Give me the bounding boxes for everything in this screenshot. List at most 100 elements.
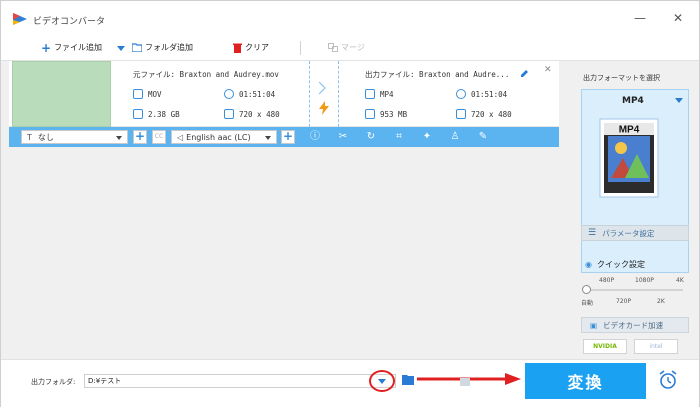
chevron-down-icon bbox=[116, 136, 122, 140]
audio-track-select[interactable]: ◁ English aac (LC) bbox=[171, 130, 277, 144]
merge-icon bbox=[328, 43, 338, 52]
audio-track-value: English aac (LC) bbox=[186, 132, 251, 142]
file-card[interactable]: 元ファイル: Braxton and Audrey.mov MOV 01:51:… bbox=[9, 61, 559, 127]
quick-settings: ◉ クイック設定 bbox=[585, 259, 645, 270]
format-dropdown-icon[interactable] bbox=[675, 98, 683, 103]
app-logo-icon bbox=[13, 13, 27, 25]
chevron-down-icon bbox=[265, 136, 271, 140]
clear-button[interactable]: クリア bbox=[233, 42, 269, 53]
add-folder-label: フォルダ追加 bbox=[145, 43, 193, 52]
output-folder-label: 出力フォルダ: bbox=[31, 378, 76, 386]
edit-toolbar: T なし + CC ◁ English aac (LC) + ⓘ ✂ ↻ ⌗ ✦… bbox=[9, 127, 559, 147]
source-file-name: 元ファイル: Braxton and Audrey.mov bbox=[133, 70, 279, 79]
open-folder-icon[interactable] bbox=[402, 374, 414, 385]
folder-add-icon bbox=[132, 43, 142, 52]
intel-badge[interactable]: intel bbox=[634, 339, 678, 354]
folder-icon bbox=[133, 109, 143, 119]
output-folder-input[interactable]: D:¥テスト bbox=[84, 374, 396, 388]
source-resolution-value: 720 x 480 bbox=[239, 109, 280, 119]
info-icon[interactable]: ⓘ bbox=[309, 131, 321, 143]
conversion-arrow-zone bbox=[309, 61, 339, 127]
source-format: MOV bbox=[133, 89, 162, 99]
add-audio-button[interactable]: + bbox=[281, 130, 295, 144]
scale-label-4k: 4K bbox=[676, 277, 684, 284]
source-format-value: MOV bbox=[148, 89, 162, 99]
remove-file-icon[interactable]: ✕ bbox=[544, 65, 552, 75]
source-duration: 01:51:04 bbox=[224, 89, 275, 99]
output-duration: 01:51:04 bbox=[456, 89, 507, 99]
chevron-right-icon bbox=[318, 81, 326, 95]
parameter-settings-label: パラメータ設定 bbox=[602, 228, 655, 238]
add-file-dropdown-icon[interactable] bbox=[117, 46, 125, 51]
merge-button[interactable]: マージ bbox=[328, 42, 365, 53]
scale-label-1080p: 1080P bbox=[635, 277, 654, 284]
quick-settings-label: クイック設定 bbox=[596, 260, 645, 269]
subtitle-select[interactable]: T なし bbox=[21, 130, 128, 144]
effects-wand-icon[interactable]: ✦ bbox=[421, 131, 433, 143]
speaker-icon: ◁ bbox=[177, 132, 184, 142]
select-format-label: 出力フォーマットを選択 bbox=[583, 74, 660, 82]
video-file-icon bbox=[133, 89, 143, 99]
video-thumbnail[interactable] bbox=[12, 61, 111, 127]
merge-label: マージ bbox=[341, 43, 365, 52]
crop-icon[interactable]: ⌗ bbox=[393, 131, 405, 143]
text-icon: T bbox=[27, 132, 32, 142]
output-duration-value: 01:51:04 bbox=[471, 89, 508, 99]
video-file-icon bbox=[365, 89, 375, 99]
gpu-acceleration-toggle[interactable]: ▣ ビデオカード加速 bbox=[581, 317, 689, 333]
chip-icon: ▣ bbox=[590, 320, 598, 330]
parameter-settings-button[interactable]: ☰ パラメータ設定 bbox=[581, 225, 689, 241]
gpu-acceleration-label: ビデオカード加速 bbox=[603, 320, 664, 330]
mp4-icon-text: MP4 bbox=[619, 125, 640, 136]
folder-dropdown-icon[interactable] bbox=[378, 379, 386, 384]
output-format-value: MP4 bbox=[380, 89, 394, 99]
scale-label-2k: 2K bbox=[657, 298, 665, 305]
add-folder-button[interactable]: フォルダ追加 bbox=[132, 42, 193, 53]
watermark-icon[interactable]: ♙ bbox=[449, 131, 461, 143]
output-format: MP4 bbox=[365, 89, 394, 99]
nvidia-badge[interactable]: NVIDIA bbox=[583, 339, 627, 354]
resolution-icon bbox=[456, 109, 466, 119]
rotate-icon[interactable]: ↻ bbox=[365, 131, 377, 143]
minimize-button[interactable]: — bbox=[634, 11, 646, 25]
source-resolution: 720 x 480 bbox=[224, 109, 280, 119]
toolbar-divider bbox=[300, 41, 301, 55]
window-title: ビデオコンバータ bbox=[33, 17, 106, 27]
scale-label-720p: 720P bbox=[616, 298, 632, 305]
title-bar: ビデオコンバータ — ✕ bbox=[1, 1, 699, 35]
format-name: MP4 bbox=[622, 96, 644, 106]
format-card[interactable]: MP4 MP4 bbox=[581, 89, 689, 273]
scale-label-480p: 480P bbox=[599, 277, 615, 284]
edit-sign-icon[interactable]: ✎ bbox=[477, 131, 489, 143]
quality-slider-track[interactable] bbox=[585, 289, 683, 291]
lightning-icon bbox=[319, 101, 329, 115]
clock-icon bbox=[456, 89, 466, 99]
output-resolution-value: 720 x 480 bbox=[471, 109, 512, 119]
source-size-value: 2.38 GB bbox=[148, 109, 180, 119]
add-file-button[interactable]: + ファイル追加 bbox=[41, 40, 102, 55]
main-toolbar: + ファイル追加 フォルダ追加 クリア マージ bbox=[1, 35, 699, 61]
add-subtitle-button[interactable]: + bbox=[133, 130, 147, 144]
alarm-clock-icon[interactable] bbox=[657, 369, 679, 391]
clock-icon bbox=[224, 89, 234, 99]
app-window: ビデオコンバータ — ✕ + ファイル追加 フォルダ追加 クリア マージ 元ファ… bbox=[0, 0, 700, 407]
quick-settings-icon: ◉ bbox=[585, 260, 592, 269]
quality-slider-handle[interactable] bbox=[582, 285, 591, 294]
trash-icon bbox=[233, 43, 242, 53]
convert-button[interactable]: 変換 bbox=[525, 363, 646, 399]
source-duration-value: 01:51:04 bbox=[239, 89, 276, 99]
plus-icon: + bbox=[41, 40, 52, 55]
output-file-name: 出力ファイル: Braxton and Audre... bbox=[365, 70, 510, 79]
merge-output-icon[interactable] bbox=[460, 376, 470, 386]
output-resolution: 720 x 480 bbox=[456, 109, 512, 119]
scissors-icon[interactable]: ✂ bbox=[337, 131, 349, 143]
output-size: 953 MB bbox=[365, 109, 407, 119]
subtitle-select-value: なし bbox=[37, 132, 54, 142]
cc-subtitle-button[interactable]: CC bbox=[152, 130, 166, 144]
scale-label-auto: 自動 bbox=[581, 300, 594, 307]
clear-label: クリア bbox=[245, 43, 269, 52]
close-button[interactable]: ✕ bbox=[673, 11, 683, 25]
source-size: 2.38 GB bbox=[133, 109, 180, 119]
edit-pencil-icon[interactable] bbox=[520, 69, 529, 78]
mp4-format-icon: MP4 bbox=[599, 118, 659, 198]
